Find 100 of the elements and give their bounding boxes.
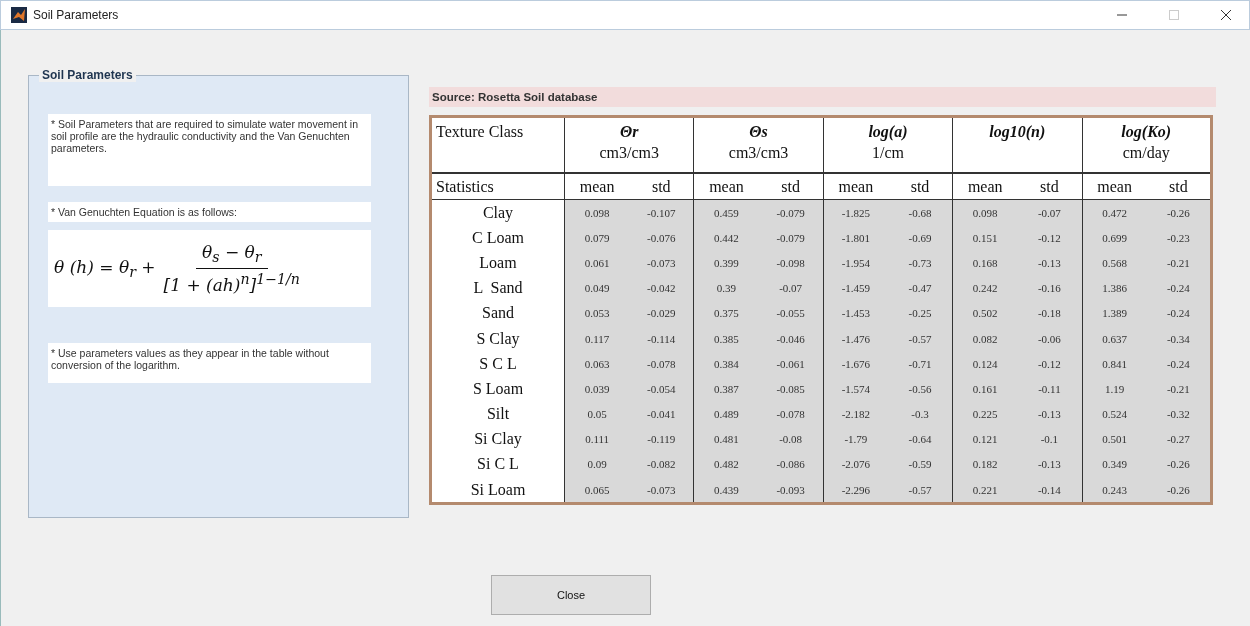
table-cell: -1.459 [841,282,871,295]
table-cell: Silt [486,405,510,423]
table-cell: 0.387 [714,382,739,395]
table-cell: 0.502 [972,307,998,320]
table-cell: 0.063 [584,357,610,370]
table-cell: -1.476 [841,332,871,345]
table-cell: 0.699 [1102,231,1127,244]
table-cell: 1.389 [1102,307,1127,320]
table-cell: 0.375 [714,307,739,320]
table-cell: -0.082 [647,458,676,471]
table-cell: -2.182 [841,408,871,421]
unit-label: cm/day [1121,143,1171,164]
table-cell: 0.399 [714,256,739,269]
table-cell: -0.25 [908,307,932,320]
table-cell: -0.1 [1040,433,1059,446]
table-cell: Loam [479,253,517,271]
table-cell: -0.18 [1037,307,1061,320]
table-cell: 0.349 [1102,458,1127,471]
table-cell: 0.501 [1102,433,1127,446]
table-cell: -0.055 [776,307,805,320]
table-cell: -0.079 [776,206,805,219]
equation: θ (h) = θ$_{r}$ + θ$_{s}$ − θ$_{r}$ [1 + (ah)$^{n}$]$^{1−1/n}$ [48,230,371,307]
table-cell: 0.481 [714,433,739,446]
table-cell: Si Loam [470,480,526,498]
unit-label: cm3/cm3 [727,143,790,163]
table-cell: 0.439 [714,483,739,496]
table-cell: S Clay [476,329,520,347]
table-cell: 0.121 [972,433,998,446]
table-cell: 0.637 [1102,332,1127,345]
table-cell: -0.26 [1166,483,1190,496]
table-cell: -0.085 [776,382,805,395]
table-cell: -0.029 [647,307,676,320]
column-header: std [1040,177,1059,195]
table-cell: -0.24 [1166,307,1190,320]
column-header: std [651,177,671,195]
column-header: log(a) [867,122,909,142]
table-cell: -0.3 [911,408,929,421]
table-cell: 0.05 [587,408,607,421]
table-cell: 0.221 [972,483,998,496]
table-cell: -0.119 [647,433,676,446]
note-text: * Van Genuchten Equation is as follows: [48,202,371,222]
table-cell: -0.32 [1166,408,1190,421]
table-cell: -0.08 [779,433,803,446]
table-cell: -0.073 [647,483,676,496]
table-cell: -2.296 [841,483,871,496]
column-header: std [910,177,930,195]
table-cell: -0.046 [776,332,805,345]
table-cell: Clay [482,203,514,221]
table-cell: 0.384 [714,357,739,370]
column-header: mean [709,177,744,195]
table-cell: 0.442 [714,231,739,244]
table-cell: 0.168 [972,256,998,269]
table-cell: -0.13 [1037,408,1061,421]
table-cell: 0.09 [587,458,607,471]
table-cell: -0.59 [908,458,932,471]
table-cell: -0.21 [1166,382,1190,395]
table-cell: 0.243 [1102,483,1127,496]
table-cell: 0.39 [716,282,737,295]
table-cell: -0.054 [647,382,676,395]
unit-label: 1/cm [870,143,905,163]
table-cell: -0.041 [647,408,676,421]
table-cell: -1.801 [841,231,871,244]
column-header: mean [967,177,1003,195]
table-cell: 0.049 [584,282,610,295]
close-button[interactable]: Close [491,575,651,616]
table-cell: -0.12 [1037,357,1061,370]
table-cell: 0.225 [972,408,998,421]
table-cell: -0.13 [1037,256,1061,269]
column-header: log10(n) [988,122,1047,142]
table-cell: -0.34 [1166,332,1190,345]
table-cell: -0.07 [1037,206,1061,219]
table-cell: -1.676 [841,357,871,370]
table-cell: -0.27 [1166,433,1190,446]
table-cell: 0.482 [714,458,739,471]
table-cell: -0.69 [908,231,932,244]
table-cell: -0.06 [1037,332,1061,345]
table-cell: 0.568 [1102,256,1127,269]
table-cell: -0.11 [1038,382,1061,395]
table-cell: Si Clay [474,430,522,448]
table-cell: 0.489 [714,408,739,421]
table-cell: -1.574 [841,382,871,395]
table-cell: -0.042 [647,282,676,295]
table-cell: Sand [482,304,514,322]
table-cell: 0.098 [584,206,610,219]
table-cell: -0.26 [1166,458,1190,471]
table-cell: -0.07 [779,282,803,295]
table-cell: 0.459 [714,206,739,219]
table-cell: 0.182 [972,458,998,471]
column-header: Texture Class [436,123,524,140]
table-cell: -0.14 [1037,483,1061,496]
table-cell: 0.079 [584,231,610,244]
table-cell: 0.065 [584,483,610,496]
table-cell: -1.825 [841,206,871,219]
table-cell: -1.453 [841,307,871,320]
table-cell: -1.79 [844,433,868,446]
table-cell: C Loam [472,228,524,246]
table-cell: -0.68 [908,206,932,219]
table-cell: 0.242 [972,282,998,295]
close-icon [1221,10,1231,20]
table-cell: -0.57 [908,483,932,496]
